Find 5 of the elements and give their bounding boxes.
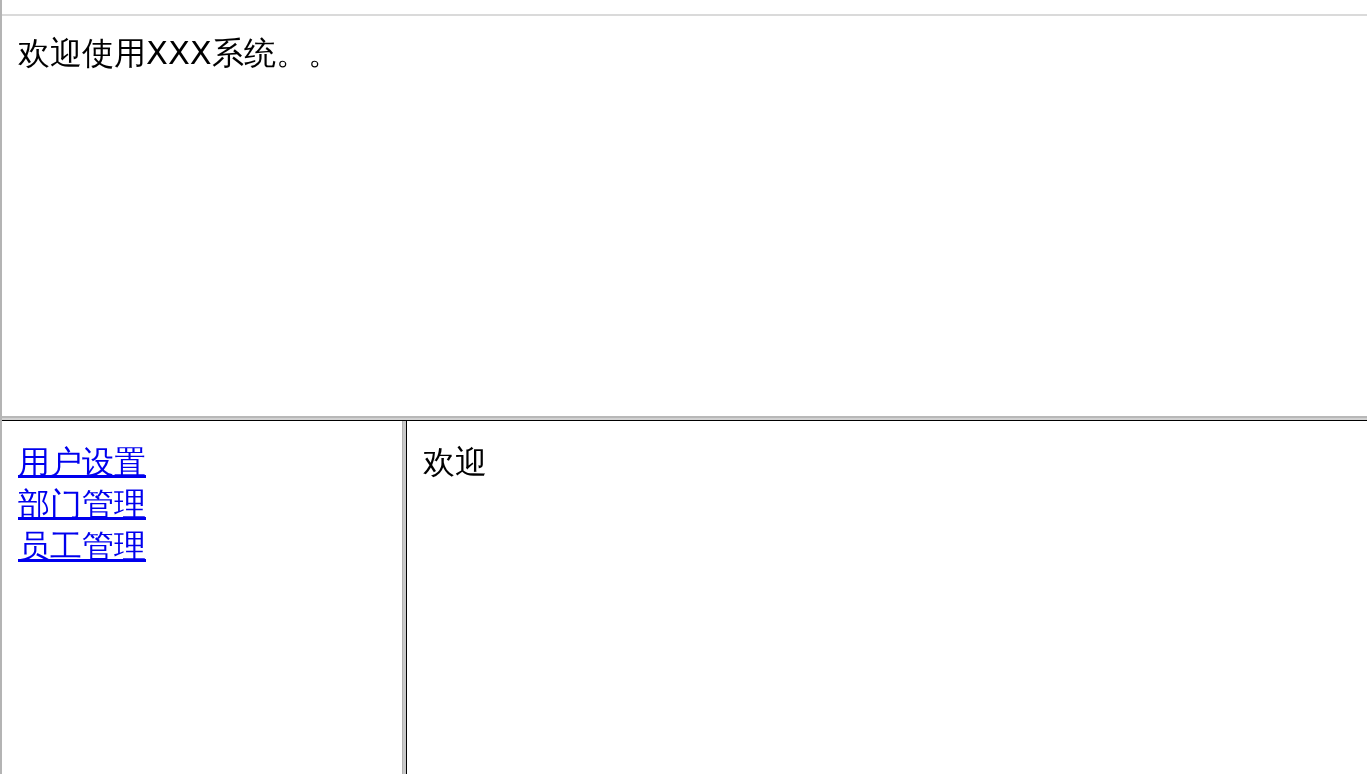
welcome-heading: 欢迎使用XXX系统。。 [18, 33, 340, 74]
nav-link[interactable]: 用户设置 [18, 441, 146, 483]
welcome-text: 欢迎 [423, 442, 487, 483]
nav-link[interactable]: 员工管理 [18, 525, 146, 567]
nav-link[interactable]: 部门管理 [18, 483, 146, 525]
